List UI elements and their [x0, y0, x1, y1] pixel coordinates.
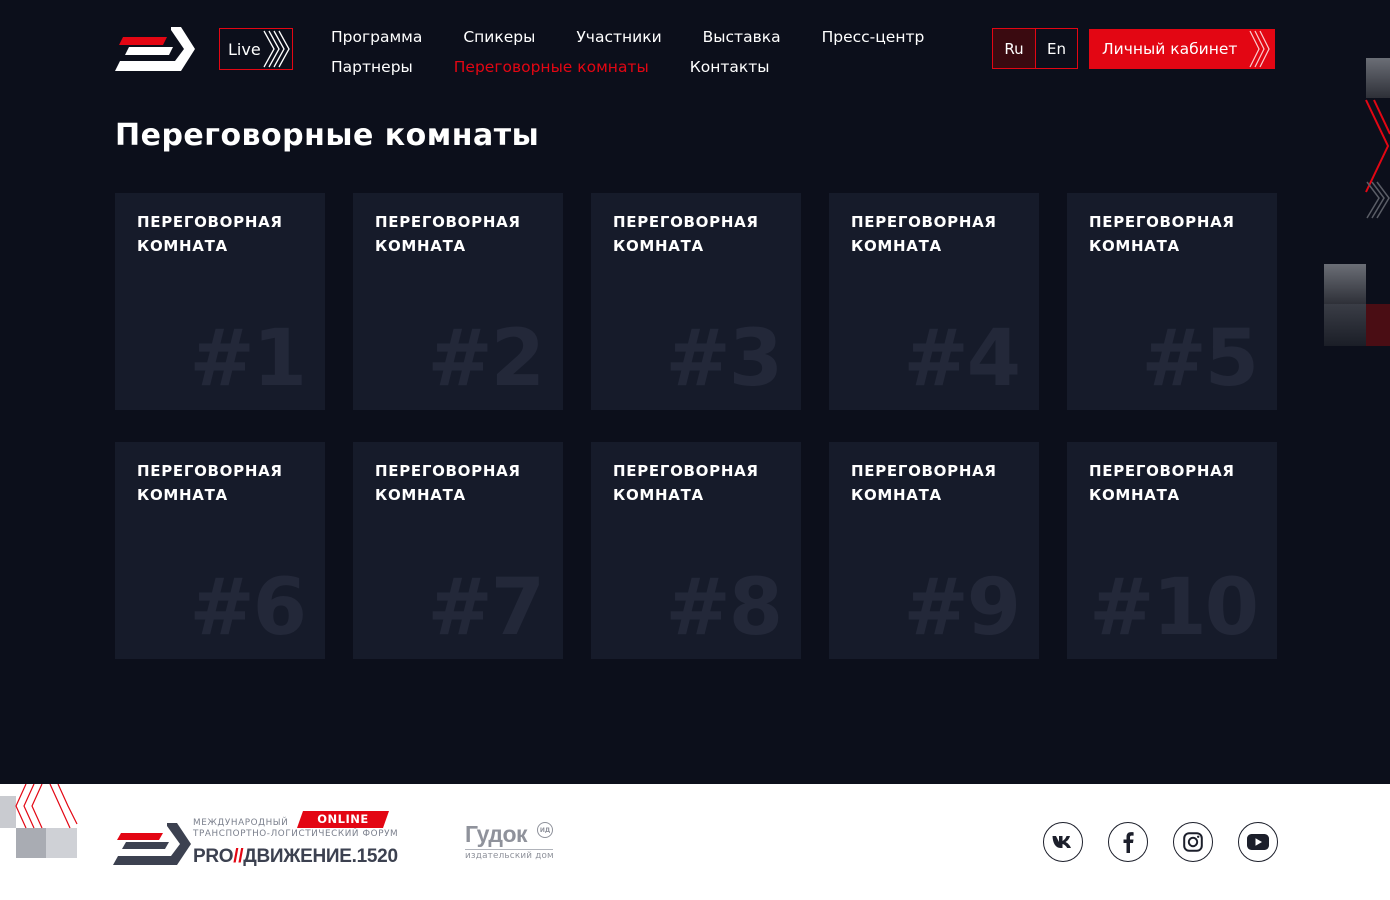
room-card-1[interactable]: Переговорная комната #1 — [115, 193, 325, 410]
room-card-2[interactable]: Переговорная комната #2 — [353, 193, 563, 410]
forum-line-2: транспортно-логистический форум — [193, 829, 399, 839]
nav-item-press-center[interactable]: Пресс-центр — [822, 28, 925, 46]
forum-logo[interactable] — [113, 823, 191, 865]
room-number: #10 — [1089, 563, 1259, 653]
room-label: Переговорная комната — [137, 213, 283, 255]
chevrons-icon — [263, 30, 290, 68]
gudok-mark: ИД — [537, 822, 553, 838]
room-card-7[interactable]: Переговорная комната #7 — [353, 442, 563, 659]
forum-name-separator: // — [233, 846, 244, 867]
room-number: #3 — [665, 314, 783, 404]
room-label: Переговорная комната — [375, 213, 521, 255]
decorative-pattern — [1324, 58, 1390, 346]
footer: Международный транспортно-логистический … — [0, 784, 1390, 900]
room-label: Переговорная комната — [613, 462, 759, 504]
forum-name: PRO//ДВИЖЕНИЕ.1520 — [193, 846, 398, 868]
room-label: Переговорная комната — [375, 462, 521, 504]
youtube-icon — [1247, 834, 1269, 850]
room-card-4[interactable]: Переговорная комната #4 — [829, 193, 1039, 410]
nav-item-participants[interactable]: Участники — [576, 28, 661, 46]
online-badge-label: ONLINE — [317, 812, 369, 826]
room-card-8[interactable]: Переговорная комната #8 — [591, 442, 801, 659]
room-card-6[interactable]: Переговорная комната #6 — [115, 442, 325, 659]
instagram-icon — [1183, 832, 1203, 852]
nav-item-partners[interactable]: Партнеры — [331, 58, 413, 76]
room-label: Переговорная комната — [613, 213, 759, 255]
decorative-pattern — [0, 784, 78, 858]
room-number: #4 — [903, 314, 1021, 404]
room-card-5[interactable]: Переговорная комната #5 — [1067, 193, 1277, 410]
meeting-rooms-grid: Переговорная комната #1 Переговорная ком… — [115, 193, 1277, 659]
lang-ru-button[interactable]: Ru — [993, 29, 1035, 68]
room-card-10[interactable]: Переговорная комната #10 — [1067, 442, 1277, 659]
room-label: Переговорная комната — [1089, 462, 1235, 504]
youtube-link[interactable] — [1238, 822, 1278, 862]
main-nav: Программа Спикеры Участники Выставка Пре… — [331, 22, 965, 82]
room-number: #6 — [189, 563, 307, 653]
room-label: Переговорная комната — [137, 462, 283, 504]
chevrons-icon — [1249, 30, 1270, 68]
room-number: #7 — [427, 563, 545, 653]
vk-link[interactable] — [1043, 822, 1083, 862]
gudok-logo[interactable]: Гудок ИД издательский дом — [465, 820, 554, 861]
instagram-link[interactable] — [1173, 822, 1213, 862]
room-number: #5 — [1141, 314, 1259, 404]
vk-icon — [1052, 836, 1071, 848]
room-label: Переговорная комната — [851, 213, 997, 255]
personal-account-label: Личный кабинет — [1102, 40, 1238, 58]
room-label: Переговорная комната — [851, 462, 997, 504]
room-number: #1 — [189, 314, 307, 404]
logo[interactable] — [115, 27, 195, 71]
room-number: #8 — [665, 563, 783, 653]
language-switcher: Ru En — [992, 28, 1078, 69]
online-badge: ONLINE — [297, 811, 389, 828]
social-links — [1043, 822, 1278, 862]
room-number: #9 — [903, 563, 1021, 653]
live-button[interactable]: Live — [219, 28, 293, 70]
page-title: Переговорные комнаты — [115, 118, 540, 153]
personal-account-button[interactable]: Личный кабинет — [1089, 29, 1275, 69]
nav-item-exhibition[interactable]: Выставка — [703, 28, 781, 46]
nav-item-speakers[interactable]: Спикеры — [463, 28, 535, 46]
forum-name-post: ДВИЖЕНИЕ.1520 — [243, 846, 398, 867]
room-label: Переговорная комната — [1089, 213, 1235, 255]
nav-row-2: Партнеры Переговорные комнаты Контакты — [331, 52, 965, 82]
room-number: #2 — [427, 314, 545, 404]
nav-item-meeting-rooms[interactable]: Переговорные комнаты — [454, 58, 649, 76]
room-card-9[interactable]: Переговорная комната #9 — [829, 442, 1039, 659]
nav-row-1: Программа Спикеры Участники Выставка Пре… — [331, 22, 965, 52]
room-card-3[interactable]: Переговорная комната #3 — [591, 193, 801, 410]
nav-item-contacts[interactable]: Контакты — [690, 58, 770, 76]
facebook-link[interactable] — [1108, 822, 1148, 862]
nav-item-program[interactable]: Программа — [331, 28, 422, 46]
gudok-subtitle: издательский дом — [465, 849, 554, 861]
facebook-icon — [1123, 832, 1134, 853]
live-label: Live — [228, 39, 261, 59]
lang-en-button[interactable]: En — [1035, 29, 1077, 68]
forum-name-pre: PRO — [193, 846, 234, 867]
